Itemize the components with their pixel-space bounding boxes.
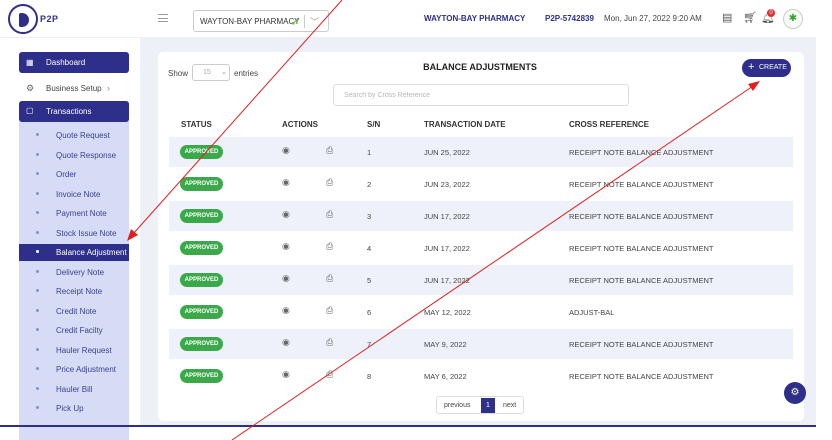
- annotation-arrowhead: [748, 81, 760, 91]
- annotation-line-to-balance-adjustment: [132, 0, 343, 235]
- annotation-overlay: [127, 0, 760, 440]
- annotation-line-to-create: [231, 85, 754, 440]
